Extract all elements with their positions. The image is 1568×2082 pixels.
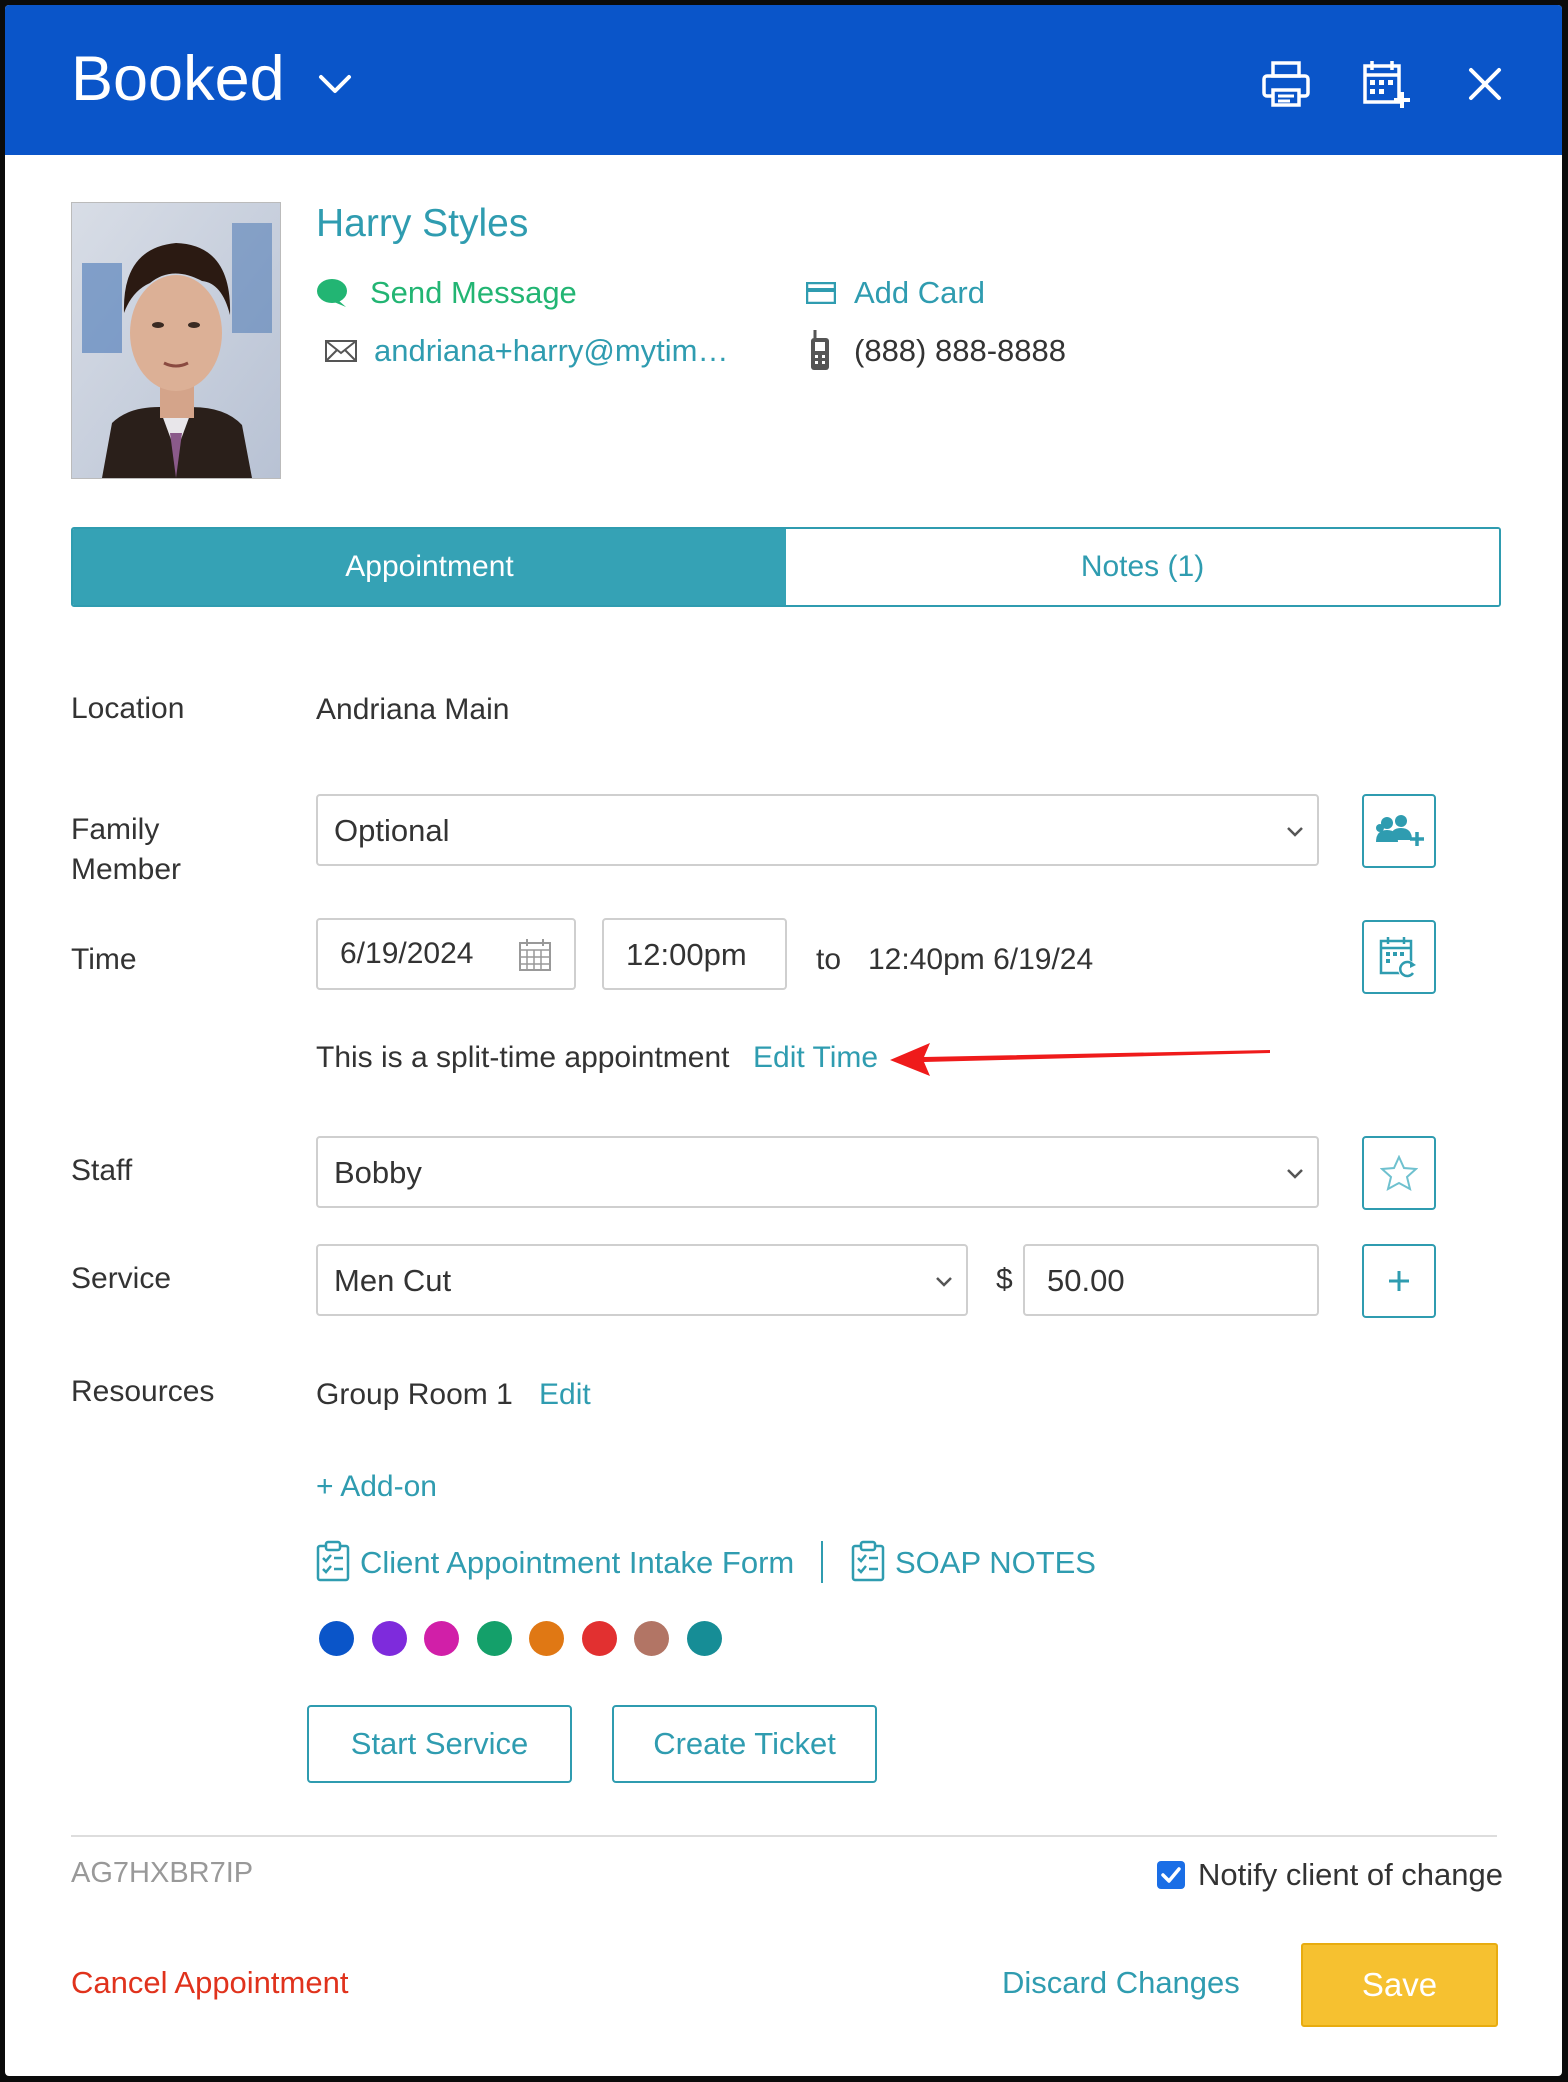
envelope-icon — [325, 340, 357, 362]
appointment-dialog: Booked Harry Styles Send Message Add Car… — [5, 5, 1562, 2076]
intake-form-link[interactable]: Client Appointment Intake Form — [360, 1545, 794, 1581]
price-value: 50.00 — [1047, 1263, 1125, 1298]
plus-icon — [1389, 1271, 1409, 1291]
add-family-member-button[interactable] — [1362, 794, 1436, 868]
location-value: Andriana Main — [316, 693, 510, 726]
split-time-note: This is a split-time appointment — [316, 1041, 730, 1074]
start-time-value: 12:00pm — [626, 937, 747, 972]
staff-value: Bobby — [334, 1155, 422, 1190]
color-swatch[interactable] — [424, 1621, 459, 1656]
chevron-down-icon[interactable] — [317, 73, 353, 95]
credit-card-icon[interactable] — [806, 282, 836, 304]
to-label: to — [816, 943, 842, 976]
add-on-link[interactable]: + Add-on — [316, 1470, 437, 1504]
tab-notes[interactable]: Notes (1) — [786, 529, 1499, 605]
clipboard-check-icon — [316, 1540, 350, 1582]
checkmark-icon — [1161, 1867, 1181, 1883]
family-member-value: Optional — [334, 813, 450, 848]
service-value: Men Cut — [334, 1263, 452, 1298]
chevron-down-icon — [936, 1277, 952, 1287]
calendar-add-icon[interactable] — [1360, 58, 1412, 110]
client-phone: (888) 888-8888 — [854, 333, 1066, 368]
tab-bar: Appointment Notes (1) — [71, 527, 1501, 607]
edit-time-link[interactable]: Edit Time — [753, 1041, 878, 1075]
time-label: Time — [71, 943, 137, 976]
reschedule-button[interactable] — [1362, 920, 1436, 994]
footer-divider — [71, 1835, 1497, 1837]
color-swatch[interactable] — [581, 1621, 617, 1656]
chevron-down-icon — [1287, 1169, 1303, 1179]
tab-appointment[interactable]: Appointment — [73, 529, 786, 605]
resources-value: Group Room 1 — [316, 1378, 513, 1411]
close-icon[interactable] — [1459, 58, 1511, 110]
family-member-label: Family Member — [71, 813, 182, 886]
location-label: Location — [71, 692, 185, 725]
service-label: Service — [71, 1262, 172, 1295]
client-name[interactable]: Harry Styles — [316, 202, 528, 246]
send-message-link[interactable]: Send Message — [370, 275, 577, 311]
color-swatch[interactable] — [529, 1621, 564, 1656]
soap-notes-link[interactable]: SOAP NOTES — [895, 1545, 1096, 1581]
color-swatch[interactable] — [476, 1621, 512, 1656]
favorite-staff-button[interactable] — [1362, 1136, 1436, 1210]
add-card-link[interactable]: Add Card — [854, 275, 985, 311]
color-swatch[interactable] — [686, 1621, 722, 1656]
end-time-value: 12:40pm 6/19/24 — [868, 943, 1094, 976]
group-add-icon — [1376, 815, 1424, 846]
save-button[interactable]: Save — [1301, 1943, 1498, 2027]
star-icon — [1380, 1155, 1418, 1191]
window-frame: Booked Harry Styles Send Message Add Car… — [0, 0, 1568, 2082]
clipboard-check-icon — [851, 1540, 885, 1582]
notify-label[interactable]: Notify client of change — [1198, 1857, 1503, 1893]
date-value: 6/19/2024 — [340, 937, 474, 970]
discard-changes-link[interactable]: Discard Changes — [1002, 1965, 1240, 2001]
currency-symbol: $ — [996, 1263, 1013, 1296]
add-service-button[interactable] — [1362, 1244, 1436, 1318]
start-time-input[interactable]: 12:00pm — [602, 918, 787, 990]
chat-bubble-icon[interactable] — [316, 278, 348, 308]
date-input[interactable]: 6/19/2024 — [316, 918, 576, 990]
form-divider — [821, 1541, 823, 1583]
price-input[interactable]: 50.00 — [1023, 1244, 1319, 1316]
client-photo — [71, 202, 281, 479]
calendar-icon[interactable] — [518, 938, 552, 972]
start-service-button[interactable]: Start Service — [307, 1705, 572, 1783]
family-member-select[interactable]: Optional — [316, 794, 1319, 866]
resources-label: Resources — [71, 1375, 215, 1408]
color-swatch[interactable] — [634, 1621, 669, 1656]
color-swatch[interactable] — [319, 1621, 354, 1656]
create-ticket-button[interactable]: Create Ticket — [612, 1705, 877, 1783]
resources-edit-link[interactable]: Edit — [539, 1378, 591, 1412]
cancel-appointment-link[interactable]: Cancel Appointment — [71, 1965, 348, 2001]
service-select[interactable]: Men Cut — [316, 1244, 968, 1316]
mobile-phone-icon — [811, 330, 829, 370]
dialog-header: Booked — [5, 5, 1562, 155]
red-arrow-annotation — [890, 1043, 1270, 1076]
chevron-down-icon — [1287, 827, 1303, 837]
staff-select[interactable]: Bobby — [316, 1136, 1319, 1208]
appointment-code: AG7HXBR7IP — [71, 1857, 254, 1889]
color-swatch[interactable] — [371, 1621, 407, 1656]
status-title[interactable]: Booked — [71, 43, 285, 115]
staff-label: Staff — [71, 1154, 133, 1187]
notify-checkbox[interactable] — [1157, 1861, 1185, 1889]
calendar-refresh-icon — [1379, 937, 1416, 978]
client-email-link[interactable]: andriana+harry@mytim… — [374, 333, 729, 369]
print-icon[interactable] — [1260, 58, 1312, 110]
